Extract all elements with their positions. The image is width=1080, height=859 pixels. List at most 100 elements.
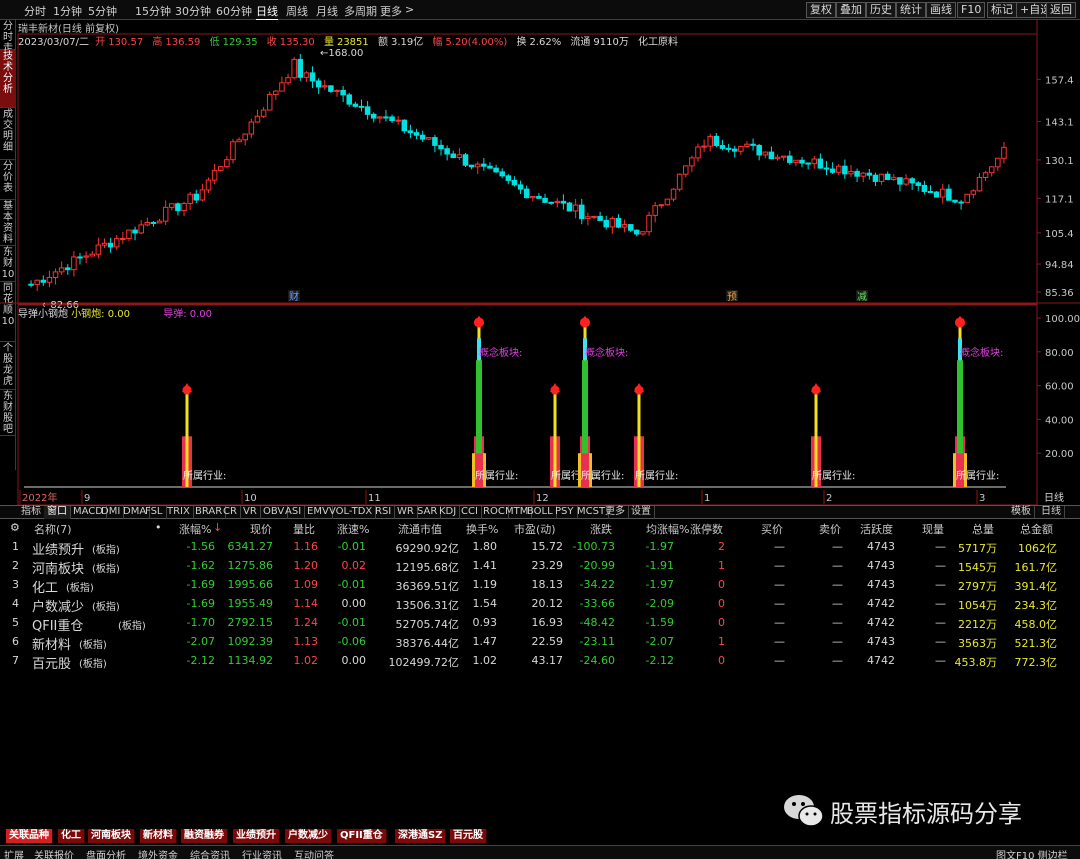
period-tab[interactable]: 多周期 <box>344 3 377 19</box>
status-item[interactable]: 综合资讯 <box>190 847 230 859</box>
status-item[interactable]: 关联报价 <box>34 847 74 859</box>
toolbar-button[interactable]: 历史 <box>866 2 896 18</box>
indicator-tab[interactable]: ASI <box>282 506 306 519</box>
status-right[interactable]: 图文F10 侧边栏 <box>996 847 1068 859</box>
period-tab[interactable]: 日线 <box>256 3 278 20</box>
column-header[interactable]: 涨幅% <box>179 521 211 537</box>
column-header[interactable]: 卖价 <box>819 521 841 537</box>
period-tab[interactable]: 周线 <box>286 3 308 19</box>
cell-cur: — <box>935 616 946 629</box>
period-tab[interactable]: 更多 <box>380 3 402 19</box>
cell-cur: — <box>935 559 946 572</box>
candle-body <box>842 165 848 175</box>
related-tab[interactable]: 业绩预升 <box>233 829 280 843</box>
indicator-tab[interactable]: FSL <box>142 506 167 519</box>
toolbar-button[interactable]: 返回 <box>1046 2 1076 18</box>
indicator-tab[interactable]: VOL-TDX <box>326 506 377 519</box>
column-header[interactable]: 总量 <box>972 521 994 537</box>
period-tab[interactable]: 15分钟 <box>135 3 171 19</box>
indicator-tab[interactable]: VR <box>240 506 261 519</box>
toolbar-button[interactable]: 叠加 <box>836 2 866 18</box>
indicator-tab[interactable]: RSI <box>372 506 396 519</box>
period-tab[interactable]: 5分钟 <box>88 3 117 19</box>
status-item[interactable]: 互动问答 <box>294 847 334 859</box>
gear-icon[interactable]: ⚙ <box>10 521 20 534</box>
column-header[interactable]: 市盈(动) <box>514 521 556 537</box>
cell-buy: — <box>774 654 785 667</box>
toolbar-button[interactable]: 画线 <box>926 2 956 18</box>
cell-no: 6 <box>12 635 19 648</box>
period-tab[interactable]: 1分钟 <box>53 3 82 19</box>
related-tab[interactable]: 新材料 <box>140 829 177 843</box>
toolbar-button[interactable]: 标记 <box>987 2 1017 18</box>
table-row[interactable] <box>0 653 1060 671</box>
table-row[interactable] <box>0 577 1060 595</box>
indicator-tab[interactable]: 更多 <box>602 506 629 519</box>
cell-vol: 5717万 <box>958 542 997 555</box>
column-header[interactable]: 买价 <box>761 521 783 537</box>
related-tab[interactable]: 深港通SZ <box>395 829 447 843</box>
cell-cur: — <box>935 654 946 667</box>
cell-pe: 15.72 <box>531 540 564 553</box>
column-header[interactable]: 流通市值 <box>398 521 442 537</box>
price-chart[interactable]: 157.4 143.1 130.1 117.1 105.4 94.84 85.36 ←168.… <box>0 20 1080 505</box>
status-item[interactable]: 境外资金 <box>138 847 178 859</box>
indicator-tab[interactable]: KDJ <box>436 506 461 519</box>
table-row[interactable] <box>0 596 1060 614</box>
indicator-tab[interactable]: 指标 <box>18 506 45 519</box>
related-tab[interactable]: 融资融券 <box>181 829 228 843</box>
table-row[interactable] <box>0 539 1060 557</box>
related-tab[interactable]: 化工 <box>58 829 85 843</box>
table-row[interactable] <box>0 634 1060 652</box>
related-tab[interactable]: 河南板块 <box>88 829 135 843</box>
toolbar-button[interactable]: F10 <box>957 2 986 18</box>
cell-lb: 1.09 <box>293 578 319 591</box>
column-header[interactable]: 名称(7) <box>34 521 72 537</box>
candle-body <box>609 218 616 228</box>
status-item[interactable]: 盘面分析 <box>86 847 126 859</box>
period-tab[interactable]: 60分钟 <box>216 3 252 19</box>
cell-cur: — <box>935 578 946 591</box>
column-header[interactable]: 量比 <box>293 521 315 537</box>
related-tab[interactable]: QFII重仓 <box>337 829 387 843</box>
column-header[interactable]: 换手% <box>466 521 498 537</box>
column-header[interactable]: 总金额 <box>1020 521 1053 537</box>
related-tab[interactable]: 百元股 <box>450 829 487 843</box>
period-tab[interactable]: 月线 <box>316 3 338 19</box>
cell-no: 1 <box>12 540 19 553</box>
right-tab[interactable]: 模板 <box>1008 506 1035 519</box>
period-tab[interactable]: 分时 <box>24 3 46 19</box>
period-tab[interactable]: 30分钟 <box>175 3 211 19</box>
indicator-tab[interactable]: 窗口 <box>44 506 71 519</box>
status-item[interactable]: 行业资讯 <box>242 847 282 859</box>
column-header[interactable]: 活跃度 <box>860 521 893 537</box>
column-header[interactable]: 现价 <box>250 521 272 537</box>
indicator-tab[interactable]: TRIX <box>164 506 194 519</box>
right-tab[interactable]: 日线 <box>1038 506 1065 519</box>
candle-body <box>878 173 885 182</box>
table-row[interactable] <box>0 615 1060 633</box>
column-header[interactable]: 涨停数 <box>690 521 723 537</box>
column-header[interactable]: 涨跌 <box>590 521 612 537</box>
candle-body <box>884 173 891 180</box>
watermark: 股票指标源码分享 <box>780 790 1070 830</box>
candle-body <box>848 170 854 175</box>
indicator-value: 小钢炮: 0.00 <box>71 309 131 320</box>
column-header[interactable]: 现量 <box>922 521 944 537</box>
toolbar-button[interactable]: 复权 <box>806 2 836 18</box>
candle-body <box>144 222 151 226</box>
indicator-header: 导弹小钢炮 小钢炮: 0.00 导弹: 0.00 <box>18 305 618 320</box>
column-header[interactable]: 涨速% <box>337 521 369 537</box>
indicator-tab[interactable]: CR <box>220 506 241 519</box>
candle-body <box>474 163 481 168</box>
candle-body <box>970 190 977 195</box>
column-header[interactable]: 均涨幅% <box>646 521 689 537</box>
toolbar-button[interactable]: 统计 <box>896 2 926 18</box>
cell-diff: -33.66 <box>579 597 615 610</box>
status-item[interactable]: 扩展 <box>4 847 24 859</box>
indicator-tab[interactable]: 设置 <box>628 506 655 519</box>
table-row[interactable] <box>0 558 1060 576</box>
related-tab[interactable]: 户数减少 <box>285 829 332 843</box>
related-tab[interactable]: 关联品种 <box>6 829 53 843</box>
indicator-tab[interactable]: CCI <box>458 506 482 519</box>
